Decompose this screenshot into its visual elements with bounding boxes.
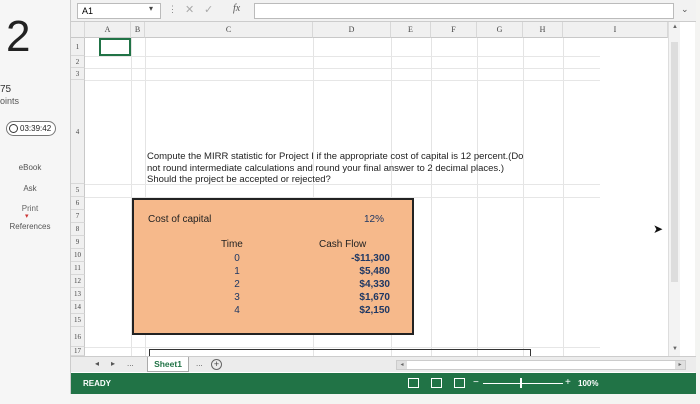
zoom-out-icon[interactable]: −	[473, 377, 479, 388]
status-bar: READY − + 100%	[71, 373, 696, 394]
tab-more[interactable]: ...	[196, 359, 203, 368]
normal-view-icon[interactable]	[408, 378, 419, 388]
cash-flow-header: Cash Flow	[319, 239, 367, 250]
column-header[interactable]: E	[391, 22, 431, 38]
column-header[interactable]: I	[563, 22, 668, 38]
scroll-right-icon[interactable]: ▸	[675, 361, 685, 369]
ask-link[interactable]: Ask	[0, 184, 60, 193]
row-header[interactable]: 16	[71, 327, 85, 347]
row-header[interactable]: 5	[71, 184, 85, 197]
page-layout-icon[interactable]	[431, 378, 442, 388]
row-header[interactable]: 9	[71, 236, 85, 249]
ebook-link[interactable]: eBook	[0, 163, 60, 172]
row-header[interactable]: 1	[71, 38, 85, 56]
scroll-left-icon[interactable]: ◂	[397, 361, 407, 369]
timer-text: 03:39:42	[20, 124, 52, 133]
time-cell[interactable]: 4	[232, 304, 242, 317]
zoom-in-icon[interactable]: +	[565, 377, 571, 388]
row-header[interactable]: 11	[71, 262, 85, 275]
cash-flow-cell[interactable]: $4,330	[330, 278, 390, 291]
time-cell[interactable]: 1	[232, 265, 242, 278]
scroll-thumb[interactable]	[671, 42, 678, 282]
question-text: Compute the MIRR statistic for Project I…	[147, 151, 524, 185]
scroll-up-icon[interactable]: ▲	[670, 24, 680, 33]
gridline	[85, 347, 600, 348]
data-table: Cost of capital 12% Time Cash Flow 0 1 2…	[132, 198, 414, 335]
row-header[interactable]: 10	[71, 249, 85, 262]
zoom-slider[interactable]	[483, 383, 563, 384]
timer-badge[interactable]: 03:39:42	[6, 121, 56, 136]
time-cell[interactable]: 3	[232, 291, 242, 304]
page-break-icon[interactable]	[454, 378, 465, 388]
formula-input[interactable]	[254, 3, 674, 19]
gridline	[85, 80, 600, 81]
column-header[interactable]: F	[431, 22, 477, 38]
row-header[interactable]: 15	[71, 314, 85, 327]
column-header[interactable]: G	[477, 22, 523, 38]
cash-flow-cell[interactable]: $2,150	[330, 304, 390, 317]
points-value: 75	[0, 84, 12, 95]
time-column: 0 1 2 3 4	[232, 252, 242, 317]
sheet-tab-bar: ◂ ▸ ... Sheet1 ... + ◂ ▸	[71, 356, 696, 372]
tab-sheet1[interactable]: Sheet1	[147, 357, 189, 372]
column-header[interactable]: D	[313, 22, 391, 38]
question-number: 2	[6, 12, 31, 61]
select-all-corner[interactable]	[71, 22, 85, 38]
row-header[interactable]: 12	[71, 275, 85, 288]
vertical-scrollbar[interactable]: ▲ ▼	[668, 22, 680, 356]
answer-box-edge	[149, 349, 531, 356]
scroll-down-icon[interactable]: ▼	[670, 346, 680, 355]
references-link[interactable]: References	[0, 222, 60, 231]
cash-flow-column: -$11,300 $5,480 $4,330 $1,670 $2,150	[330, 252, 390, 317]
spreadsheet: A1 ▾ ⋮ ✕ ✓ fx ⌄ A B C D E F G H I 1 2 3	[70, 0, 696, 394]
time-header: Time	[221, 239, 243, 250]
row-header[interactable]: 3	[71, 68, 85, 80]
column-header[interactable]: C	[145, 22, 313, 38]
expand-icon[interactable]: ⌄	[681, 4, 689, 15]
zoom-level[interactable]: 100%	[578, 379, 598, 388]
tab-prev-icon[interactable]: ◂	[95, 359, 99, 368]
status-mode: READY	[83, 379, 112, 388]
row-header[interactable]: 14	[71, 301, 85, 314]
tab-ellipsis[interactable]: ...	[127, 359, 134, 368]
gridline	[85, 56, 600, 57]
chevron-down-icon[interactable]: ▾	[149, 4, 153, 13]
row-header[interactable]: 7	[71, 210, 85, 223]
cost-of-capital-value[interactable]: 12%	[364, 214, 384, 225]
column-header[interactable]: A	[85, 22, 131, 38]
time-cell[interactable]: 0	[232, 252, 242, 265]
tab-next-icon[interactable]: ▸	[111, 359, 115, 368]
row-header[interactable]: 6	[71, 197, 85, 210]
print-link[interactable]: Print	[0, 204, 60, 213]
column-header[interactable]: H	[523, 22, 563, 38]
cash-flow-cell[interactable]: $5,480	[330, 265, 390, 278]
row-header[interactable]: 2	[71, 56, 85, 68]
quiz-sidebar: 2 75 oints 03:39:42 eBook Ask Print ▾ Re…	[0, 0, 70, 404]
row-header[interactable]: 8	[71, 223, 85, 236]
page: 2 75 oints 03:39:42 eBook Ask Print ▾ Re…	[0, 0, 700, 404]
horizontal-scrollbar[interactable]: ◂ ▸	[396, 360, 686, 370]
check-icon[interactable]: ✓	[204, 3, 213, 16]
row-header[interactable]: 13	[71, 288, 85, 301]
points-label: oints	[0, 96, 20, 106]
gridline	[85, 68, 600, 69]
clock-icon	[9, 124, 18, 133]
cash-flow-cell[interactable]: -$11,300	[330, 252, 390, 265]
zoom-slider-knob[interactable]	[520, 378, 522, 388]
cancel-icon[interactable]: ✕	[185, 3, 194, 16]
selected-cell-a1[interactable]	[99, 38, 131, 56]
formula-bar: A1 ▾ ⋮ ✕ ✓ fx ⌄	[71, 0, 696, 22]
add-sheet-icon[interactable]: +	[211, 359, 222, 370]
print-arrow-icon: ▾	[25, 213, 29, 220]
more-icon: ⋮	[168, 4, 177, 14]
column-header[interactable]: B	[131, 22, 145, 38]
cash-flow-cell[interactable]: $1,670	[330, 291, 390, 304]
fx-icon[interactable]: fx	[233, 3, 240, 14]
row-header[interactable]: 17	[71, 347, 85, 356]
row-header[interactable]: 4	[71, 80, 85, 184]
cost-of-capital-label: Cost of capital	[148, 214, 212, 225]
time-cell[interactable]: 2	[232, 278, 242, 291]
mouse-cursor-icon: ➤	[653, 222, 664, 236]
